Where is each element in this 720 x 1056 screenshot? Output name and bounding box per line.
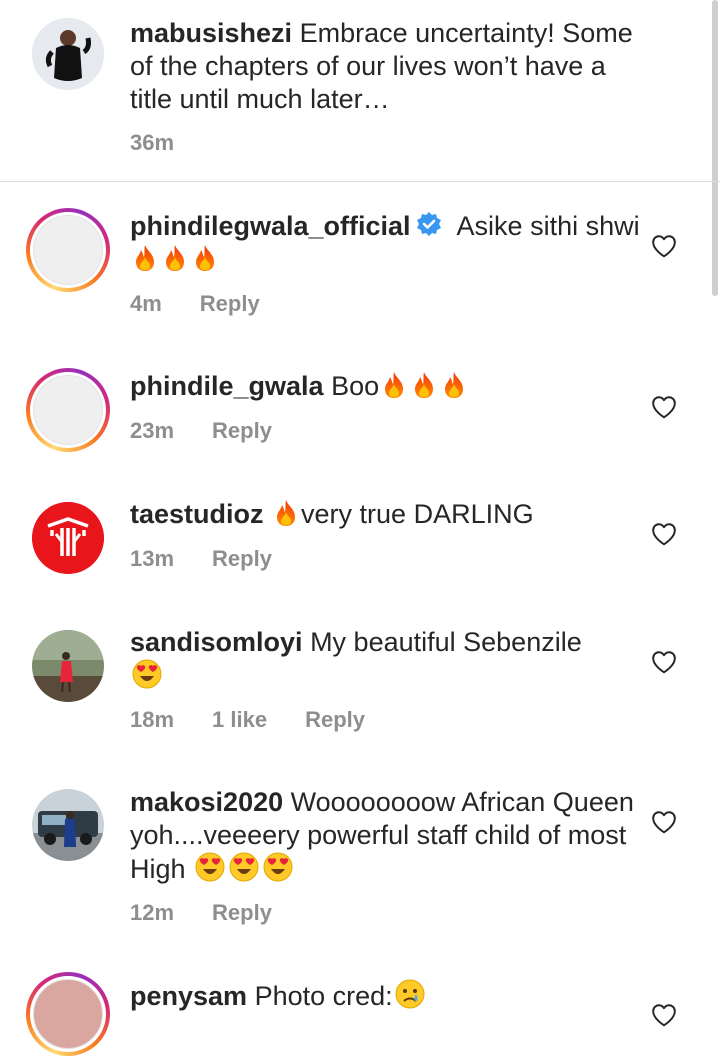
comment-text: penysam Photo cred: (130, 979, 640, 1013)
reply-button[interactable]: Reply (212, 900, 272, 925)
sandisomloyi-avatar[interactable] (32, 630, 104, 702)
fire-icon (441, 371, 467, 399)
comment-meta: 12m Reply (130, 900, 310, 926)
heart-eyes-icon (263, 852, 293, 882)
fire-icon (381, 371, 407, 399)
like-heart-icon[interactable] (651, 394, 677, 420)
comment-body: Boo (331, 371, 380, 401)
comment-username[interactable]: phindile_gwala (130, 371, 324, 401)
likes-count[interactable]: 1 like (212, 707, 267, 732)
post-caption: mabusishezi Embrace uncertainty! Some of… (0, 0, 720, 181)
taestudioz-avatar[interactable] (32, 502, 104, 574)
comment-body: very true DARLING (301, 499, 534, 529)
comment-meta: 23m Reply (130, 418, 310, 444)
comment-username[interactable]: penysam (130, 981, 247, 1011)
comment-text: sandisomloyi My beautiful Sebenzile (130, 626, 640, 693)
caption-meta: 36m (130, 130, 212, 156)
comment-text: makosi2020 Woooooooow African Queen yoh.… (130, 786, 640, 886)
heart-eyes-icon (229, 852, 259, 882)
taestudioz-logo-icon (32, 502, 104, 574)
comment-meta: 18m 1 like Reply (130, 707, 403, 733)
comment-username[interactable]: taestudioz (130, 499, 264, 529)
caption-time: 36m (130, 130, 175, 155)
fire-icon (162, 244, 188, 272)
heart-eyes-icon (195, 852, 225, 882)
comment-meta: 13m Reply (130, 546, 310, 572)
caption-avatar[interactable] (32, 18, 104, 90)
caption-username[interactable]: mabusishezi (130, 18, 292, 48)
reply-button[interactable]: Reply (212, 418, 272, 443)
comment-text: phindilegwala_official Asike sithi shwi (130, 210, 640, 276)
comment-text: taestudioz very true DARLING (130, 498, 640, 531)
fire-icon (192, 244, 218, 272)
heart-eyes-icon (132, 659, 162, 689)
like-heart-icon[interactable] (651, 809, 677, 835)
comment-time: 18m (130, 707, 175, 732)
comment-time: 13m (130, 546, 175, 571)
fire-icon (273, 499, 299, 527)
comment-body: Photo cred: (254, 981, 393, 1011)
comment-time: 23m (130, 418, 175, 443)
reply-button[interactable]: Reply (305, 707, 365, 732)
comment-username[interactable]: sandisomloyi (130, 627, 303, 657)
comment-username[interactable]: makosi2020 (130, 787, 283, 817)
comment-body: Asike sithi shwi (456, 211, 640, 241)
crying-face-icon (395, 979, 425, 1009)
comment-time: 12m (130, 900, 175, 925)
like-heart-icon[interactable] (651, 521, 677, 547)
comment-time: 4m (130, 291, 162, 316)
like-heart-icon[interactable] (651, 233, 677, 259)
like-heart-icon[interactable] (651, 649, 677, 675)
reply-button[interactable]: Reply (200, 291, 260, 316)
fire-icon (132, 244, 158, 272)
comment-text: phindile_gwala Boo (130, 370, 640, 403)
verified-badge-icon (416, 212, 441, 236)
reply-button[interactable]: Reply (212, 546, 272, 571)
divider (0, 181, 720, 182)
comment-username[interactable]: phindilegwala_official (130, 211, 411, 241)
fire-icon (411, 371, 437, 399)
like-heart-icon[interactable] (651, 1002, 677, 1028)
story-ring-avatar[interactable] (26, 208, 110, 292)
story-ring-avatar[interactable] (26, 972, 110, 1056)
comment-meta: 4m Reply (130, 291, 298, 317)
comment-body: My beautiful Sebenzile (310, 627, 582, 657)
makosi2020-avatar[interactable] (32, 789, 104, 861)
caption-text: mabusishezi Embrace uncertainty! Some of… (130, 17, 640, 116)
story-ring-avatar[interactable] (26, 368, 110, 452)
